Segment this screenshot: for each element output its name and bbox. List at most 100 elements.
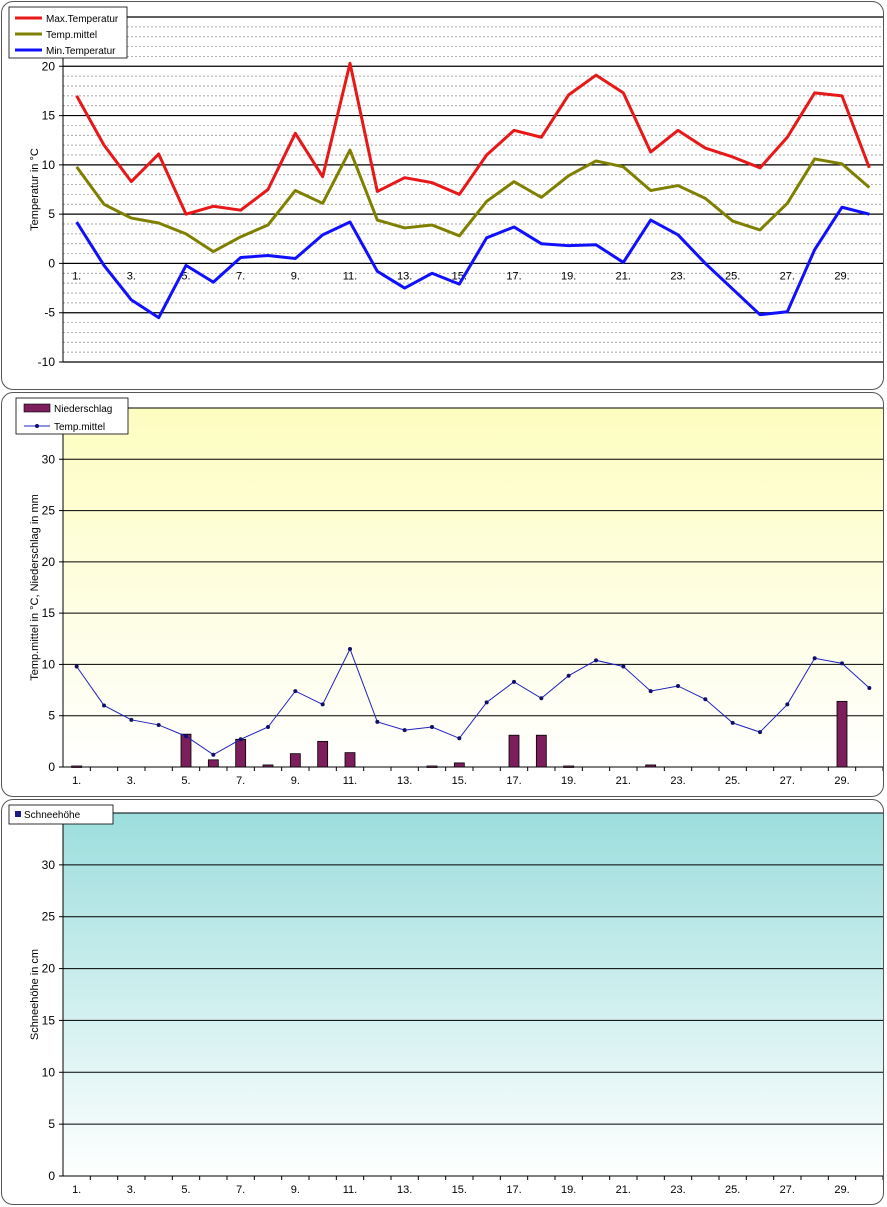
precipitation-bar bbox=[262, 764, 274, 768]
data-point bbox=[375, 719, 380, 724]
x-tick-label: 11. bbox=[343, 1184, 357, 1196]
y-tick-label: 5 bbox=[48, 1117, 55, 1131]
legend-marker bbox=[35, 424, 39, 428]
x-tick-label: 5. bbox=[181, 775, 190, 787]
x-tick-label: 9. bbox=[291, 775, 300, 787]
y-tick-label: 10 bbox=[42, 657, 56, 671]
x-tick-label: 25. bbox=[725, 1184, 740, 1196]
x-tick-label: 3. bbox=[127, 775, 136, 787]
precipitation-bar bbox=[207, 759, 219, 768]
legend-swatch bbox=[23, 403, 51, 413]
data-point bbox=[621, 664, 626, 669]
data-point bbox=[539, 696, 544, 701]
y-axis-label: Schneehöhe in cm bbox=[29, 949, 41, 1040]
precipitation-bar bbox=[563, 765, 575, 768]
data-point bbox=[320, 702, 325, 707]
data-point bbox=[129, 717, 134, 722]
precipitation-bar bbox=[645, 764, 657, 768]
precipitation-bar bbox=[235, 738, 247, 768]
precipitation-chart-panel: 30 25 20 15 10 5 0 1. 3. 5. 7. 9. 11. 13. 15. 17. 19. 21.… bbox=[1, 392, 884, 797]
temperature-chart: 20151050-5-101. 3. 5. 7. 9. 11. 13. 15. 17. 19. 21… bbox=[8, 6, 883, 369]
snow-depth-chart-panel: 30 25 20 15 10 5 0 1. 3. 5. 7. 9. 11. 13. 15. 17. 19. 21.… bbox=[1, 799, 884, 1205]
legend: Schneehöhe bbox=[8, 804, 114, 825]
x-tick-label: 19. bbox=[561, 1184, 576, 1196]
x-tick-label: 1. bbox=[72, 270, 81, 282]
snow-depth-chart: 30 25 20 15 10 5 0 1. 3. 5. 7. 9. 11. 13. 15. 17. 19. 21.… bbox=[8, 804, 883, 1196]
legend-entry: Min.Temperatur bbox=[46, 46, 116, 57]
legend-entry: Temp.mittel bbox=[54, 422, 105, 433]
x-tick-label: 3. bbox=[127, 270, 136, 282]
precipitation-bar bbox=[508, 734, 520, 768]
precipitation-bar bbox=[453, 762, 465, 768]
x-tick-label: 13. bbox=[397, 1184, 412, 1196]
x-tick-label: 11. bbox=[343, 270, 357, 282]
legend-entry: Max.Temperatur bbox=[46, 14, 119, 25]
y-tick-label: 0 bbox=[48, 1169, 55, 1183]
y-tick-label: 30 bbox=[42, 452, 56, 466]
precipitation-bar bbox=[535, 734, 547, 768]
x-tick-label: 29. bbox=[834, 270, 849, 282]
temperature-chart-panel: 20 15 10 5 0 -5 -10 1. 3. 5. 7. 9. 11. 13. 15. 17. 19. 21… bbox=[1, 1, 884, 390]
data-point bbox=[484, 700, 489, 705]
precipitation-bar bbox=[317, 740, 329, 768]
x-tick-label: 29. bbox=[834, 1184, 849, 1196]
x-tick-label: 9. bbox=[291, 270, 300, 282]
x-tick-label: 7. bbox=[236, 775, 245, 787]
data-point bbox=[238, 737, 243, 742]
y-tick-label: 20 bbox=[42, 555, 56, 569]
data-point bbox=[293, 689, 298, 694]
y-tick-label: 10 bbox=[42, 1065, 56, 1079]
y-tick-label: -10 bbox=[38, 355, 56, 369]
x-tick-label: 27. bbox=[780, 775, 795, 787]
data-point bbox=[512, 679, 516, 684]
data-point bbox=[730, 720, 735, 725]
legend-entry: Temp.mittel bbox=[46, 30, 97, 41]
y-tick-label: 20 bbox=[42, 962, 56, 976]
data-point bbox=[676, 683, 680, 688]
data-point bbox=[184, 734, 188, 739]
y-tick-label: 25 bbox=[42, 910, 56, 924]
legend-swatch bbox=[15, 811, 21, 817]
data-point bbox=[785, 702, 790, 707]
data-point bbox=[457, 736, 462, 741]
x-tick-label: 15. bbox=[452, 1184, 467, 1196]
x-tick-label: 19. bbox=[561, 270, 576, 282]
x-tick-label: 25. bbox=[725, 775, 740, 787]
legend: Niederschlag Temp.mittel bbox=[15, 397, 129, 435]
y-tick-label: 5 bbox=[48, 207, 55, 221]
y-tick-label: 15 bbox=[42, 1013, 56, 1027]
x-tick-label: 17. bbox=[506, 775, 521, 787]
data-point bbox=[348, 647, 352, 652]
x-tick-label: 27. bbox=[780, 270, 795, 282]
y-tick-label: 15 bbox=[42, 606, 56, 620]
precipitation-bar bbox=[426, 765, 438, 768]
x-tick-label: 3. bbox=[127, 1184, 136, 1196]
y-axis-label: Temp.mittel in °C, Niederschlag in mm bbox=[29, 494, 41, 681]
x-tick-label: 17. bbox=[506, 270, 521, 282]
x-tick-label: 19. bbox=[561, 775, 576, 787]
x-tick-label: 21. bbox=[616, 270, 631, 282]
x-tick-label: 29. bbox=[834, 775, 849, 787]
x-tick-label: 15. bbox=[452, 775, 467, 787]
precipitation-chart: 30 25 20 15 10 5 0 1. 3. 5. 7. 9. 11. 13. 15. 17. 19. 21.… bbox=[15, 397, 883, 787]
data-point bbox=[156, 722, 161, 727]
y-tick-label: 20 bbox=[42, 59, 56, 73]
data-point bbox=[430, 724, 434, 729]
data-point bbox=[812, 656, 817, 661]
legend-entry: Schneehöhe bbox=[24, 810, 81, 821]
data-point bbox=[594, 658, 598, 663]
x-tick-label: 27. bbox=[780, 1184, 795, 1196]
x-tick-label: 1. bbox=[72, 1184, 81, 1196]
precipitation-bar bbox=[836, 700, 848, 768]
y-axis-label: Temperatur in °C bbox=[29, 148, 41, 231]
data-point bbox=[703, 697, 708, 702]
y-tick-label: 5 bbox=[48, 709, 55, 723]
data-point bbox=[266, 724, 270, 729]
precipitation-bar bbox=[289, 753, 301, 768]
data-point bbox=[102, 703, 106, 708]
x-tick-label: 23. bbox=[670, 775, 685, 787]
y-tick-label: 0 bbox=[48, 760, 55, 774]
x-tick-label: 17. bbox=[506, 1184, 521, 1196]
x-tick-label: 1. bbox=[72, 775, 81, 787]
data-point bbox=[840, 661, 844, 666]
